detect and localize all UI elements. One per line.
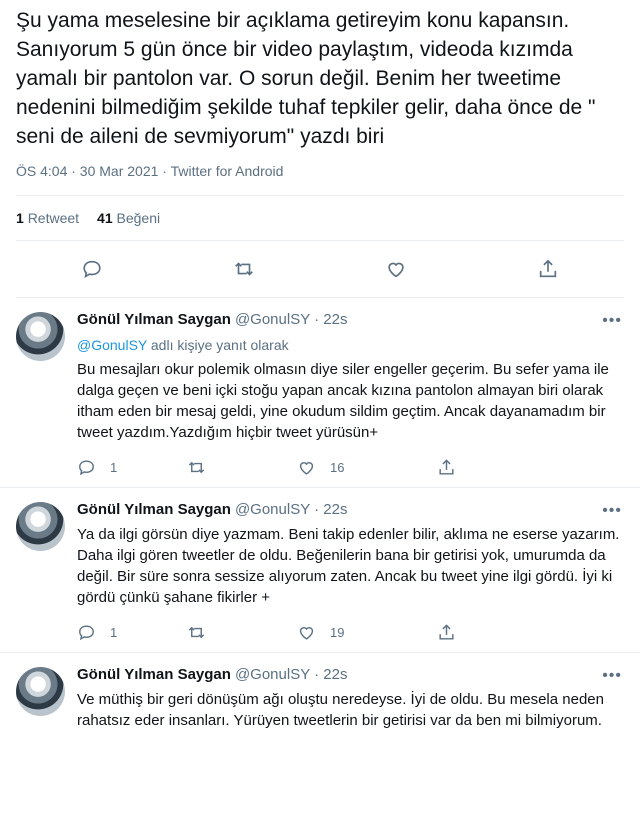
like-stat[interactable]: 41 Beğeni — [97, 210, 160, 226]
retweet-icon — [187, 458, 206, 477]
main-tweet-actions — [16, 241, 624, 298]
avatar[interactable] — [16, 667, 65, 716]
like-button[interactable]: 19 — [297, 623, 407, 642]
avatar[interactable] — [16, 312, 65, 361]
like-label: Beğeni — [116, 210, 161, 226]
retweet-icon — [187, 623, 206, 642]
reply-icon — [77, 623, 96, 642]
more-icon[interactable]: ••• — [602, 502, 622, 520]
reply-button[interactable]: 1 — [77, 623, 187, 642]
tweet-stats: 1 Retweet 41 Beğeni — [16, 196, 624, 241]
retweet-button[interactable] — [187, 458, 297, 477]
author-handle[interactable]: @GonulSY · 22s — [235, 310, 348, 330]
main-tweet: Şu yama meselesine bir açıklama getireyi… — [0, 0, 640, 298]
share-button[interactable] — [437, 458, 547, 477]
reply-button[interactable]: 1 — [77, 458, 187, 477]
reply-text: Ya da ilgi görsün diye yazmam. Beni taki… — [77, 526, 620, 606]
author-handle[interactable]: @GonulSY · 22s — [235, 665, 348, 685]
heart-icon[interactable] — [385, 258, 407, 280]
share-icon[interactable] — [537, 258, 559, 280]
retweet-count: 1 — [16, 210, 24, 226]
avatar[interactable] — [16, 502, 65, 551]
author-name[interactable]: Gönül Yılman Saygan — [77, 310, 231, 330]
main-tweet-text: Şu yama meselesine bir açıklama getireyi… — [16, 9, 596, 148]
like-button[interactable]: 16 — [297, 458, 407, 477]
reply-tweet[interactable]: Gönül Yılman Saygan @GonulSY · 22s Ve mü… — [0, 653, 640, 739]
retweet-label: Retweet — [27, 210, 80, 226]
share-icon — [437, 623, 456, 642]
reply-tweet[interactable]: Gönül Yılman Saygan @GonulSY · 22s Ya da… — [0, 488, 640, 653]
heart-icon — [297, 623, 316, 642]
heart-icon — [297, 458, 316, 477]
reply-actions: 1 16 — [77, 455, 624, 479]
author-handle[interactable]: @GonulSY · 22s — [235, 500, 348, 520]
author-name[interactable]: Gönül Yılman Saygan — [77, 500, 231, 520]
like-count: 41 — [97, 210, 113, 226]
retweet-stat[interactable]: 1 Retweet — [16, 210, 79, 226]
retweet-icon[interactable] — [233, 258, 255, 280]
retweet-button[interactable] — [187, 623, 297, 642]
replying-to: @GonulSY adlı kişiye yanıt olarak — [77, 336, 624, 355]
author-name[interactable]: Gönül Yılman Saygan — [77, 665, 231, 685]
reply-count: 1 — [110, 624, 118, 640]
reply-text: Bu mesajları okur polemik olmasın diye s… — [77, 361, 609, 441]
tweet-timestamp[interactable]: ÖS 4:04 · 30 Mar 2021 · Twitter for Andr… — [16, 163, 624, 196]
replying-mention-link[interactable]: @GonulSY — [77, 337, 147, 353]
reply-icon — [77, 458, 96, 477]
share-icon — [437, 458, 456, 477]
replying-suffix: adlı kişiye yanıt olarak — [150, 337, 289, 353]
like-count: 16 — [330, 459, 345, 475]
reply-icon[interactable] — [81, 258, 103, 280]
more-icon[interactable]: ••• — [602, 667, 622, 685]
like-count: 19 — [330, 624, 345, 640]
reply-count: 1 — [110, 459, 118, 475]
share-button[interactable] — [437, 623, 547, 642]
reply-tweet[interactable]: Gönül Yılman Saygan @GonulSY · 22s @Gonu… — [0, 298, 640, 488]
more-icon[interactable]: ••• — [602, 312, 622, 330]
reply-actions: 1 19 — [77, 620, 624, 644]
reply-text: Ve müthiş bir geri dönüşüm ağı oluştu ne… — [77, 691, 604, 729]
